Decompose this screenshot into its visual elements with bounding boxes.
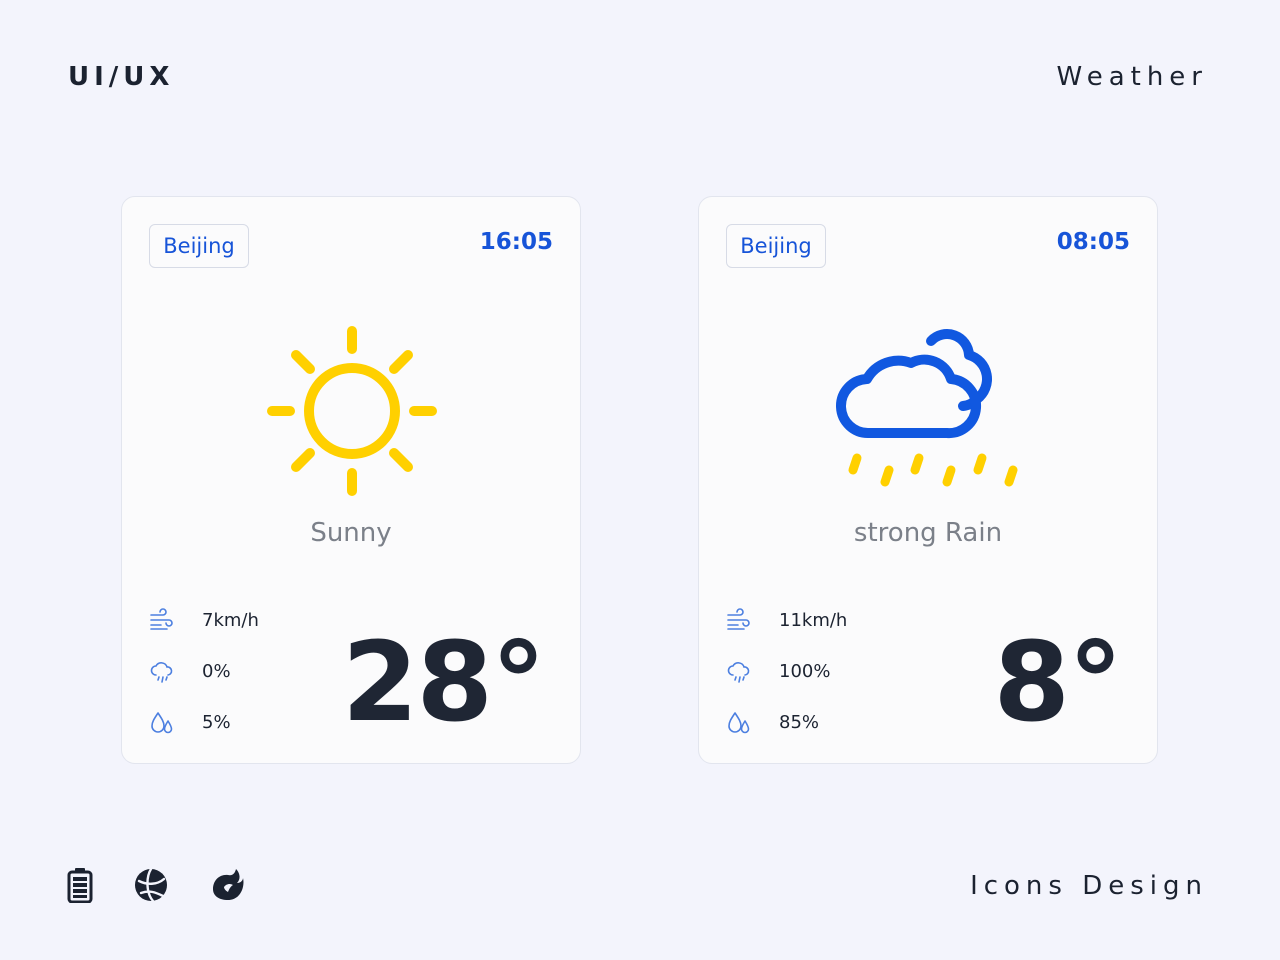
weather-label: Weather [1056,62,1208,92]
droplets-icon [151,712,173,734]
humidity-stat: 5% [149,710,231,736]
wind-icon [150,608,173,630]
wind-stat: 11km/h [726,608,847,634]
ui-ux-label: UI/UX [68,62,175,92]
city-button[interactable]: Beijing [726,224,826,268]
wind-icon [727,608,750,630]
icons-design-label: Icons Design [970,871,1208,901]
wind-value: 11km/h [779,610,848,631]
time-label: 16:05 [479,229,553,255]
city-button[interactable]: Beijing [149,224,249,268]
precipitation-stat: 100% [726,659,830,685]
time-label: 08:05 [1056,229,1130,255]
temperature-display: 28° [341,618,546,746]
wind-value: 7km/h [202,610,259,631]
humidity-stat: 85% [726,710,819,736]
precipitation-value: 100% [779,661,831,682]
droplets-icon [728,712,750,734]
rain-cloud-small-icon [727,662,750,683]
humidity-value: 85% [779,712,820,733]
weather-card-rain: Beijing 08:05 strong Rain 11km/h 100% 85… [698,196,1158,764]
wind-stat: 7km/h [149,608,259,634]
precipitation-stat: 0% [149,659,231,685]
page: UI/UX Weather Beijing 16:05 Sunny 7km/h … [0,0,1280,960]
globe-icon [135,867,167,903]
rain-cloud-small-icon [150,662,173,683]
weather-card-sunny: Beijing 16:05 Sunny 7km/h 0% 5% 28° [121,196,581,764]
battery-icon [67,868,93,903]
humidity-value: 5% [202,712,231,733]
temperature-display: 8° [993,618,1123,746]
sun-icon [267,326,437,496]
condition-label: Sunny [310,518,392,548]
condition-label: strong Rain [853,518,1003,548]
precipitation-value: 0% [202,661,231,682]
rain-cloud-icon [836,329,1018,487]
flame-icon [213,869,244,900]
